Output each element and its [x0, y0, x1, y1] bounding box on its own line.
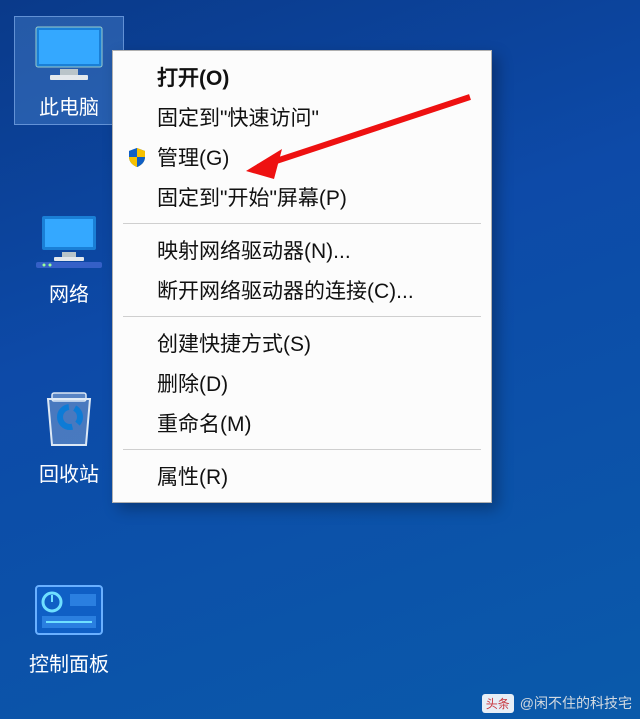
context-menu: 打开(O) 固定到"快速访问" 管理(G) 固定到"开始"屏幕(P) 映射网络驱… — [112, 50, 492, 503]
menu-item-create-shortcut[interactable]: 创建快捷方式(S) — [115, 323, 489, 363]
menu-item-pin-quick-access[interactable]: 固定到"快速访问" — [115, 97, 489, 137]
menu-item-open[interactable]: 打开(O) — [115, 57, 489, 97]
menu-item-label: 管理(G) — [157, 142, 473, 172]
desktop-icon-control-panel[interactable]: 控制面板 — [14, 580, 124, 677]
menu-item-label: 创建快捷方式(S) — [157, 328, 473, 358]
menu-item-label: 打开(O) — [157, 62, 473, 92]
control-panel-icon — [29, 580, 109, 640]
desktop-icon-network[interactable]: 网络 — [14, 210, 124, 307]
menu-item-delete[interactable]: 删除(D) — [115, 363, 489, 403]
menu-item-map-drive[interactable]: 映射网络驱动器(N)... — [115, 230, 489, 270]
menu-separator — [123, 316, 481, 317]
menu-separator — [123, 223, 481, 224]
menu-item-label: 删除(D) — [157, 368, 473, 398]
menu-item-label: 固定到"快速访问" — [157, 102, 473, 132]
desktop-icon-label: 控制面板 — [29, 648, 109, 677]
watermark-author: @闲不住的科技宅 — [520, 693, 632, 713]
menu-item-disconnect-drive[interactable]: 断开网络驱动器的连接(C)... — [115, 270, 489, 310]
network-icon — [29, 210, 109, 270]
desktop-icon-label: 回收站 — [39, 458, 99, 487]
menu-item-label: 属性(R) — [157, 461, 473, 491]
menu-item-manage[interactable]: 管理(G) — [115, 137, 489, 177]
watermark-badge: 头条 — [482, 694, 514, 713]
watermark: 头条 @闲不住的科技宅 — [482, 693, 632, 713]
desktop-icon-label: 此电脑 — [39, 91, 99, 120]
desktop-icon-recycle-bin[interactable]: 回收站 — [14, 390, 124, 487]
menu-item-label: 映射网络驱动器(N)... — [157, 235, 473, 265]
menu-item-rename[interactable]: 重命名(M) — [115, 403, 489, 443]
menu-item-label: 重命名(M) — [157, 408, 473, 438]
menu-item-properties[interactable]: 属性(R) — [115, 456, 489, 496]
this-pc-icon — [29, 23, 109, 83]
desktop-icon-this-pc[interactable]: 此电脑 — [14, 16, 124, 125]
menu-item-label: 固定到"开始"屏幕(P) — [157, 182, 473, 212]
desktop-icon-label: 网络 — [49, 278, 89, 307]
menu-separator — [123, 449, 481, 450]
menu-item-pin-start[interactable]: 固定到"开始"屏幕(P) — [115, 177, 489, 217]
shield-icon — [123, 146, 151, 168]
menu-item-label: 断开网络驱动器的连接(C)... — [157, 275, 473, 305]
recycle-bin-icon — [29, 390, 109, 450]
